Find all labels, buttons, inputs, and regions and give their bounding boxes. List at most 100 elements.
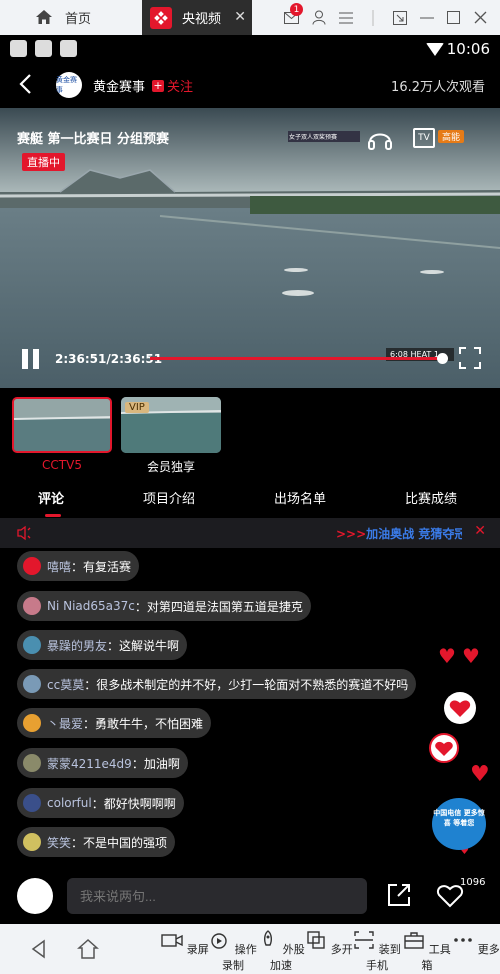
- back-icon[interactable]: [18, 73, 32, 95]
- toolbox-icon: [404, 932, 424, 949]
- status-clock: 10:06: [446, 40, 490, 58]
- video-time: 2:36:51/2:36:51: [55, 352, 163, 366]
- video-frame-rowing: [0, 108, 500, 388]
- tab-roster[interactable]: 出场名单: [274, 488, 326, 507]
- comment-user[interactable]: 丶最爱: [47, 715, 83, 732]
- comment-avatar[interactable]: [23, 714, 41, 732]
- comment-avatar[interactable]: [23, 557, 41, 575]
- home-nav-icon[interactable]: [77, 938, 99, 960]
- stream-thumb-vip[interactable]: VIP: [121, 397, 221, 453]
- close-tab-icon[interactable]: ✕: [234, 9, 246, 25]
- progress-fill: [150, 357, 442, 360]
- comment-avatar[interactable]: [23, 636, 41, 654]
- follow-label: 关注: [167, 80, 194, 95]
- back-nav-icon[interactable]: [28, 938, 50, 960]
- share-icon[interactable]: [386, 882, 412, 908]
- pin-window-icon[interactable]: [386, 0, 413, 35]
- comment-text: 这解说牛啊: [119, 638, 180, 653]
- tool-macro-record[interactable]: 操作录制: [208, 930, 258, 973]
- tool-install-to-phone[interactable]: 装到手机: [352, 930, 402, 973]
- tab-results[interactable]: 比赛成绩: [405, 488, 457, 507]
- tool-more[interactable]: 更多: [451, 930, 500, 957]
- speaker-icon: [17, 525, 31, 541]
- home-icon: [36, 10, 52, 24]
- announcement-marquee[interactable]: >>>加油奥战 竞猜夺冠: [336, 525, 462, 542]
- tool-multi-instance[interactable]: 多开: [304, 930, 354, 957]
- comment-user[interactable]: 笑笑: [47, 834, 71, 851]
- comment-text: 勇敢牛牛，不怕困难: [95, 716, 204, 731]
- comment-user[interactable]: Ni Niad65a37c: [47, 599, 135, 613]
- menu-icon[interactable]: [332, 0, 359, 35]
- tab-home[interactable]: 首页: [0, 0, 142, 35]
- comment-user[interactable]: 蒙蒙4211e4d9: [47, 755, 132, 772]
- stream-thumb-cctv5[interactable]: [12, 397, 112, 453]
- mail-badge: 1: [290, 3, 303, 16]
- tool-toolbox[interactable]: 工具箱: [402, 930, 452, 973]
- fullscreen-icon[interactable]: [459, 347, 481, 369]
- announcement-bar[interactable]: >>>加油奥战 竞猜夺冠 ✕: [0, 518, 500, 548]
- notification-square-icon: [35, 40, 52, 57]
- heart-icon: ♥: [462, 644, 480, 668]
- maximize-icon[interactable]: [440, 0, 467, 35]
- comment-separator: ：: [83, 716, 96, 731]
- heart-icon: ♥: [470, 762, 490, 787]
- comment-text: 加油啊: [143, 756, 180, 771]
- channel-logo[interactable]: 黄金赛事: [56, 72, 82, 98]
- comment-avatar[interactable]: [23, 833, 41, 851]
- cctv-app-icon: [150, 6, 172, 29]
- minimize-icon[interactable]: [413, 0, 440, 35]
- heart-circle-icon: [429, 733, 459, 763]
- comment-avatar[interactable]: [23, 675, 41, 693]
- pause-icon[interactable]: [22, 349, 40, 369]
- stream-label-vip: 会员独享: [146, 460, 195, 474]
- comment-separator: ：: [71, 835, 84, 850]
- user-icon[interactable]: [305, 0, 332, 35]
- multi-window-icon: [307, 931, 325, 949]
- announcement-arrows: >>>: [336, 527, 367, 541]
- close-announcement-icon[interactable]: ✕: [474, 523, 486, 539]
- thumb-image: [14, 399, 110, 451]
- comment-input[interactable]: [67, 878, 367, 914]
- headphones-icon[interactable]: [366, 124, 394, 152]
- tab-comments[interactable]: 评论: [38, 488, 64, 507]
- wifi-icon: [426, 43, 444, 56]
- like-count: 1096: [460, 877, 486, 888]
- comment-user[interactable]: 嘻嘻: [47, 558, 71, 575]
- comment-user[interactable]: colorful: [47, 796, 92, 810]
- mail-icon[interactable]: 1: [278, 0, 305, 35]
- channel-name[interactable]: 黄金赛事: [93, 76, 145, 95]
- emulator-bottom-toolbar: 录屏 操作录制 外股加速 多开 装到手机 工具箱 更多: [0, 924, 500, 974]
- video-player[interactable]: 赛艇 第一比赛日 分组预赛 直播中 女子双人双桨预赛 TV 高能 6:08 HE…: [0, 108, 500, 388]
- comment-avatar[interactable]: [23, 794, 41, 812]
- progress-knob[interactable]: [437, 353, 448, 364]
- tv-cast-icon[interactable]: TV: [413, 128, 435, 148]
- cctv-logo-icon: [154, 10, 168, 25]
- comment-user[interactable]: cc莫莫: [47, 676, 84, 693]
- follow-button[interactable]: + 关注: [152, 76, 193, 95]
- progress-bar[interactable]: [150, 353, 448, 364]
- emulator-tabbar: 首页 央视频 ✕ 1: [0, 0, 500, 35]
- comment-text: 有复活赛: [83, 559, 132, 574]
- speed-tag[interactable]: 高能: [438, 130, 465, 143]
- announcement-text: 加油奥战 竞猜夺冠: [366, 527, 462, 541]
- comment-user[interactable]: 暴躁的男友: [47, 637, 107, 654]
- comment-avatar[interactable]: [23, 597, 41, 615]
- tab-cctv-video[interactable]: 央视频 ✕: [142, 0, 252, 35]
- tab-event-intro[interactable]: 项目介绍: [143, 488, 195, 507]
- my-avatar[interactable]: [17, 878, 53, 914]
- comment-avatar[interactable]: [23, 754, 41, 772]
- android-status-bar: 10:06: [0, 35, 500, 63]
- close-window-icon[interactable]: [467, 0, 494, 35]
- vip-badge: VIP: [125, 402, 149, 413]
- tab-active-label: 央视频: [182, 12, 222, 27]
- stream-label-cctv5: CCTV5: [42, 458, 82, 472]
- comment-separator: ：: [131, 756, 144, 771]
- active-tab-indicator: [45, 514, 61, 517]
- comment-input-bar: 1096: [0, 866, 500, 924]
- tool-record-screen[interactable]: 录屏: [160, 930, 210, 957]
- comment-item: 笑笑：不是中国的强项: [17, 827, 176, 857]
- emulator-window-controls: 1: [278, 0, 500, 35]
- tool-accelerate[interactable]: 外股加速: [256, 930, 306, 973]
- comment-item: 暴躁的男友 ：这解说牛啊: [17, 630, 188, 660]
- promo-badge[interactable]: 中国电信 更多惊喜 等着您: [432, 798, 486, 850]
